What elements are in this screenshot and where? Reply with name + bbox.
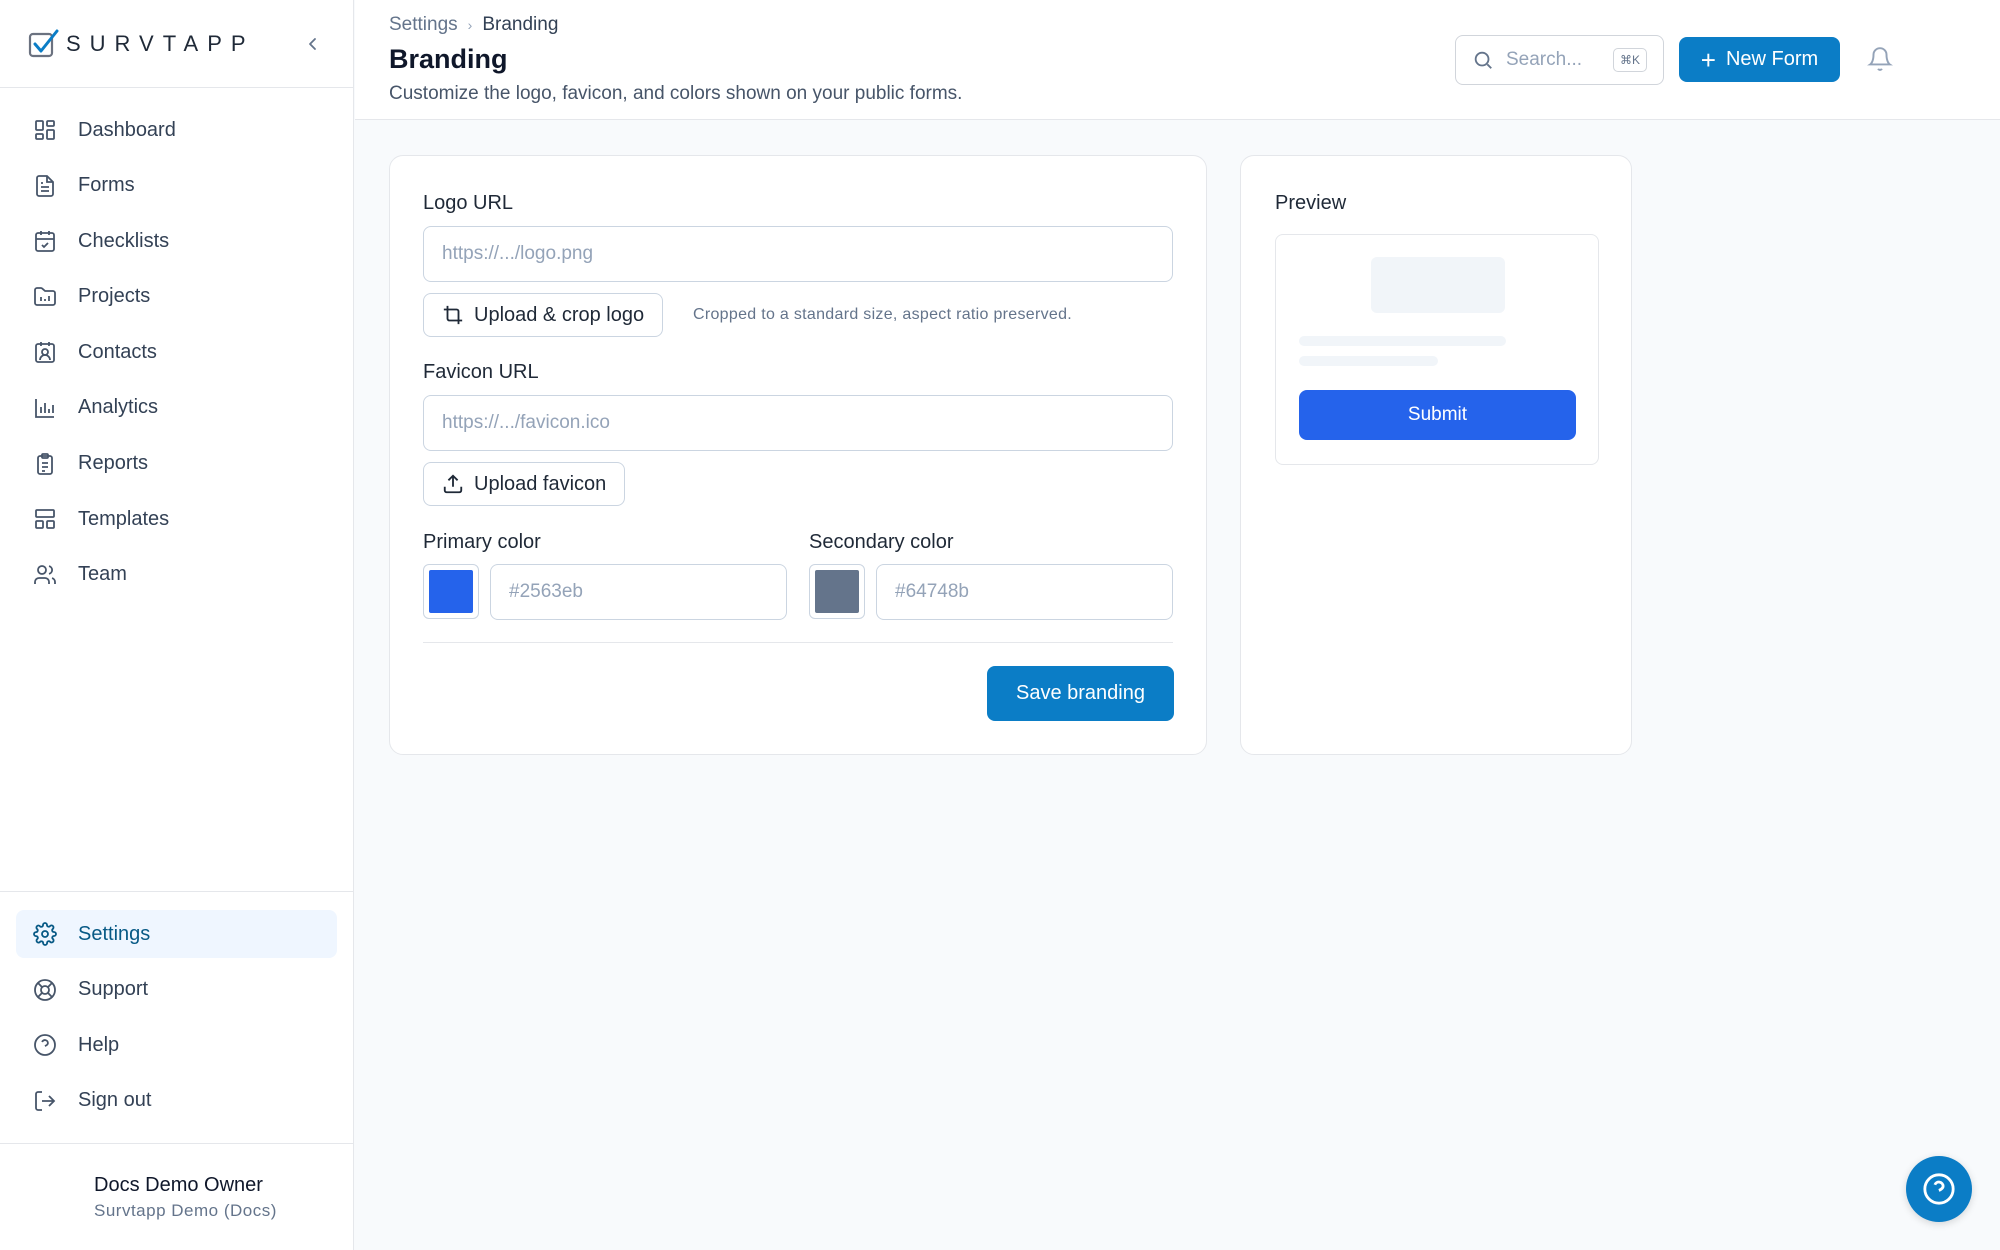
logo-crop-hint: Cropped to a standard size, aspect ratio… (693, 306, 1073, 323)
brand-name: SURVTAPP (66, 30, 255, 56)
sidebar-item-label: Templates (78, 507, 170, 530)
search-shortcut-badge: ⌘K (1612, 48, 1647, 72)
sidebar-item-projects[interactable]: Projects (16, 273, 337, 321)
brand-header: SURVTAPP (0, 0, 353, 88)
sidebar-item-label: Help (78, 1033, 120, 1056)
sidebar-item-label: Reports (78, 452, 149, 475)
collapse-sidebar-button[interactable] (301, 32, 325, 56)
preview-submit-button[interactable]: Submit (1299, 390, 1576, 440)
search-placeholder: Search... (1506, 49, 1583, 70)
search-icon (1472, 49, 1494, 71)
upload-crop-logo-button[interactable]: Upload & crop logo (423, 293, 664, 337)
sidebar-item-label: Sign out (78, 1089, 152, 1112)
help-fab-button[interactable] (1906, 1156, 1972, 1222)
favicon-url-label: Favicon URL (423, 361, 539, 383)
logo-url-input[interactable]: https://.../logo.png (423, 226, 1173, 282)
dashboard-icon (32, 117, 58, 143)
layout-icon (32, 506, 58, 532)
preview-title: Preview (1275, 192, 1347, 214)
preview-text-placeholder (1299, 356, 1438, 366)
bell-icon[interactable] (1867, 46, 1893, 72)
users-icon (32, 562, 58, 588)
branding-form-card: Logo URL https://.../logo.png Upload & c… (389, 155, 1207, 755)
crop-icon (442, 304, 464, 326)
lifebuoy-icon (32, 977, 58, 1003)
sidebar-item-dashboard[interactable]: Dashboard (16, 106, 337, 154)
preview-form: Submit (1275, 234, 1599, 465)
sidebar-item-templates[interactable]: Templates (16, 495, 337, 543)
sidebar-item-support[interactable]: Support (16, 966, 337, 1014)
sidebar-item-label: Checklists (78, 229, 170, 252)
sidebar-bottom-nav: Settings Support Help Sign out (0, 891, 353, 1132)
sidebar-item-analytics[interactable]: Analytics (16, 384, 337, 432)
upload-favicon-button[interactable]: Upload favicon (423, 462, 626, 506)
sidebar-nav: Dashboard Forms Checklists Projects Cont… (0, 88, 353, 624)
preview-card: Preview Submit (1240, 155, 1632, 755)
sidebar-item-label: Projects (78, 285, 151, 308)
sidebar-item-label: Support (78, 978, 149, 1001)
sidebar-item-label: Forms (78, 174, 135, 197)
chevron-left-icon (309, 37, 316, 50)
help-circle-icon (1923, 1173, 1955, 1205)
breadcrumb-settings-link[interactable]: Settings (389, 14, 458, 36)
sidebar-item-label: Settings (78, 922, 151, 945)
sidebar-item-reports[interactable]: Reports (16, 440, 337, 488)
sidebar-item-help[interactable]: Help (16, 1021, 337, 1069)
bar-chart-icon (32, 395, 58, 421)
upload-favicon-label: Upload favicon (474, 472, 607, 495)
secondary-color-picker[interactable] (809, 564, 865, 619)
sidebar-item-sign-out[interactable]: Sign out (16, 1077, 337, 1125)
clipboard-icon (32, 451, 58, 477)
upload-crop-logo-label: Upload & crop logo (474, 303, 645, 326)
help-circle-icon (32, 1032, 58, 1058)
new-form-button[interactable]: + New Form (1679, 37, 1840, 82)
page-title: Branding (389, 44, 508, 74)
logo-url-label: Logo URL (423, 192, 514, 214)
favicon-url-input[interactable]: https://.../favicon.ico (423, 395, 1173, 451)
primary-color-picker[interactable] (423, 564, 479, 619)
search-input[interactable]: Search... ⌘K (1455, 35, 1664, 85)
upload-icon (442, 473, 464, 495)
breadcrumb: Settings › Branding (389, 14, 558, 36)
file-icon (32, 173, 58, 199)
preview-text-placeholder (1299, 336, 1506, 346)
sidebar-item-label: Analytics (78, 396, 159, 419)
primary-color-label: Primary color (423, 531, 541, 553)
breadcrumb-current: Branding (482, 14, 559, 35)
sidebar-item-team[interactable]: Team (16, 551, 337, 599)
user-org: Survtapp Demo (Docs) (94, 1201, 277, 1220)
calendar-check-icon (32, 228, 58, 254)
primary-color-swatch (429, 570, 473, 613)
secondary-color-label: Secondary color (809, 531, 954, 553)
gear-icon (32, 921, 58, 947)
contact-card-icon (32, 339, 58, 365)
secondary-color-input[interactable]: #64748b (876, 564, 1173, 620)
page-header: Settings › Branding Branding Customize t… (355, 0, 2000, 120)
secondary-color-swatch (815, 570, 859, 613)
primary-color-input[interactable]: #2563eb (490, 564, 787, 620)
sidebar-item-label: Contacts (78, 340, 157, 363)
sign-out-icon (32, 1088, 58, 1114)
sidebar-item-label: Team (78, 563, 127, 586)
sidebar-item-forms[interactable]: Forms (16, 162, 337, 210)
preview-logo-placeholder (1371, 257, 1505, 313)
sidebar-item-settings[interactable]: Settings (16, 910, 337, 958)
sidebar-item-checklists[interactable]: Checklists (16, 217, 337, 265)
page-subtitle: Customize the logo, favicon, and colors … (389, 83, 963, 104)
sidebar: SURVTAPP Dashboard Forms Checklists Proj… (0, 0, 354, 1250)
folder-chart-icon (32, 284, 58, 310)
brand-logo-icon (28, 28, 60, 60)
user-profile[interactable]: Docs Demo Owner Survtapp Demo (Docs) (0, 1143, 353, 1250)
save-branding-button[interactable]: Save branding (987, 666, 1174, 721)
chevron-right-icon: › (467, 17, 473, 33)
user-name: Docs Demo Owner (94, 1174, 263, 1196)
plus-icon: + (1700, 44, 1716, 75)
new-form-label: New Form (1725, 48, 1819, 70)
sidebar-item-label: Dashboard (78, 118, 176, 141)
divider (423, 642, 1173, 643)
sidebar-item-contacts[interactable]: Contacts (16, 328, 337, 376)
